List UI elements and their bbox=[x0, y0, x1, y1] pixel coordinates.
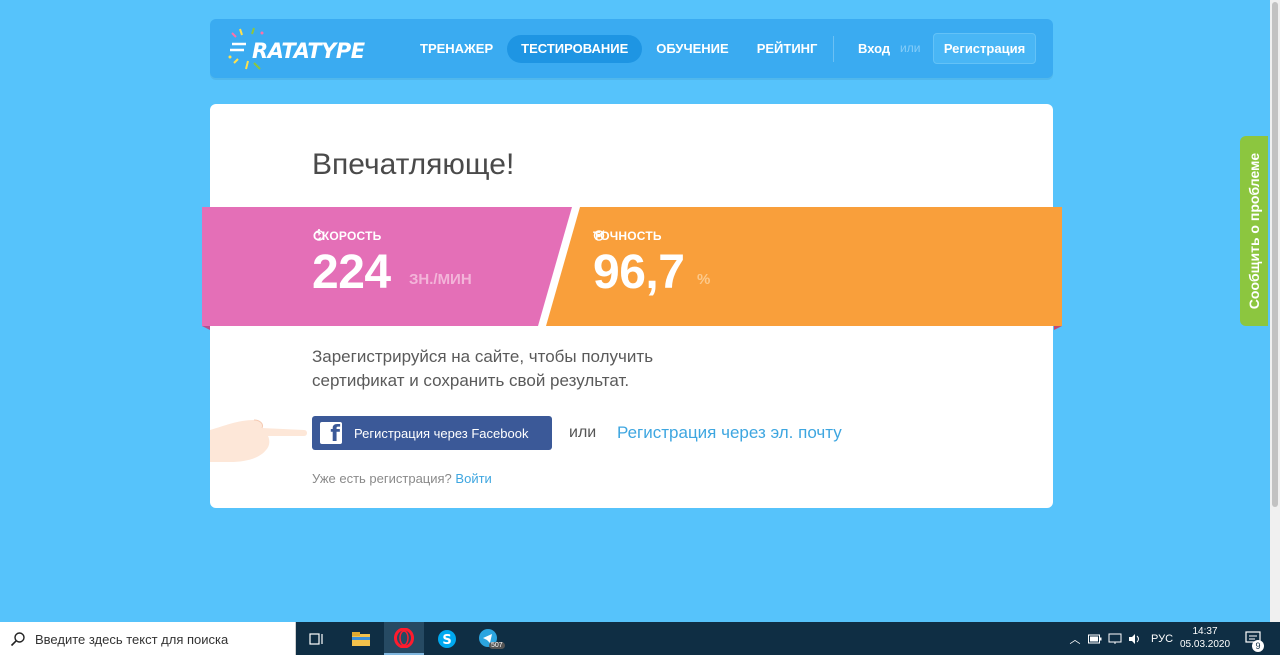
taskbar-search-placeholder: Введите здесь текст для поиска bbox=[35, 632, 229, 647]
nav-item-trainer[interactable]: ТРЕНАЖЕР bbox=[406, 35, 507, 63]
pointing-hand-icon bbox=[210, 419, 307, 462]
scrollbar-thumb[interactable] bbox=[1272, 2, 1278, 507]
page-scrollbar[interactable] bbox=[1270, 0, 1280, 622]
task-view-icon[interactable] bbox=[297, 622, 337, 655]
opera-browser-icon[interactable] bbox=[384, 622, 424, 655]
accuracy-label: ТОЧНОСТЬ bbox=[593, 229, 662, 243]
telegram-icon[interactable]: 507 bbox=[469, 622, 509, 655]
top-header: RATATYPE ТРЕНАЖЕР ТЕСТИРОВАНИЕ ОБУЧЕНИЕ … bbox=[210, 19, 1053, 78]
file-explorer-icon[interactable] bbox=[341, 622, 381, 655]
register-button[interactable]: Регистрация bbox=[933, 33, 1036, 64]
network-icon[interactable] bbox=[1108, 633, 1122, 645]
nav-item-testing[interactable]: ТЕСТИРОВАНИЕ bbox=[507, 35, 643, 63]
windows-taskbar: Введите здесь текст для поиска S 507 ︿ Р… bbox=[0, 622, 1280, 655]
facebook-icon: f bbox=[320, 422, 342, 444]
target-icon bbox=[593, 230, 605, 241]
language-indicator[interactable]: РУС bbox=[1151, 633, 1173, 645]
battery-icon[interactable] bbox=[1088, 634, 1102, 644]
or-separator-signup: или bbox=[569, 424, 597, 441]
facebook-register-button[interactable]: f Регистрация через Facebook bbox=[312, 416, 552, 450]
notification-count-badge: 9 bbox=[1252, 640, 1264, 652]
accuracy-value: 96,7 bbox=[593, 246, 685, 299]
speed-label: СКОРОСТЬ bbox=[313, 229, 382, 243]
stats-band: СКОРОСТЬ 224 ЗН./МИН ТОЧНОСТЬ 96,7 % bbox=[202, 207, 1062, 330]
search-icon bbox=[10, 632, 25, 647]
speed-value: 224 bbox=[312, 246, 391, 299]
result-title: Впечатляюще! bbox=[312, 148, 515, 181]
main-nav: ТРЕНАЖЕР ТЕСТИРОВАНИЕ ОБУЧЕНИЕ РЕЙТИНГ bbox=[406, 35, 831, 63]
stopwatch-icon bbox=[313, 229, 325, 241]
or-separator: или bbox=[900, 41, 921, 55]
email-register-link[interactable]: Регистрация через эл. почту bbox=[617, 423, 842, 443]
accuracy-unit: % bbox=[697, 271, 711, 288]
volume-icon[interactable] bbox=[1128, 633, 1142, 645]
signin-link[interactable]: Войти bbox=[455, 471, 491, 486]
taskbar-clock[interactable]: 14:37 05.03.2020 bbox=[1180, 625, 1230, 651]
system-tray: ︿ bbox=[1066, 622, 1142, 655]
login-link[interactable]: Вход bbox=[858, 41, 890, 56]
signup-promo: Зарегистрируйся на сайте, чтобы получить… bbox=[312, 347, 654, 390]
telegram-badge: 507 bbox=[489, 642, 505, 649]
skype-icon[interactable]: S bbox=[427, 622, 467, 655]
header-divider bbox=[833, 36, 834, 62]
nav-item-learning[interactable]: ОБУЧЕНИЕ bbox=[642, 35, 742, 63]
logo-text: RATATYPE bbox=[252, 39, 365, 63]
facebook-register-label: Регистрация через Facebook bbox=[354, 425, 529, 441]
report-problem-tab[interactable]: Сообщить о проблеме bbox=[1240, 136, 1268, 326]
svg-text:S: S bbox=[442, 633, 451, 648]
ratatype-logo[interactable]: RATATYPE bbox=[228, 25, 378, 73]
nav-item-rating[interactable]: РЕЙТИНГ bbox=[743, 35, 832, 63]
already-registered: Уже есть регистрация? Войти bbox=[312, 471, 492, 486]
taskbar-search[interactable]: Введите здесь текст для поиска bbox=[0, 622, 296, 655]
chevron-up-icon[interactable]: ︿ bbox=[1066, 631, 1084, 647]
speed-unit: ЗН./МИН bbox=[409, 271, 472, 288]
